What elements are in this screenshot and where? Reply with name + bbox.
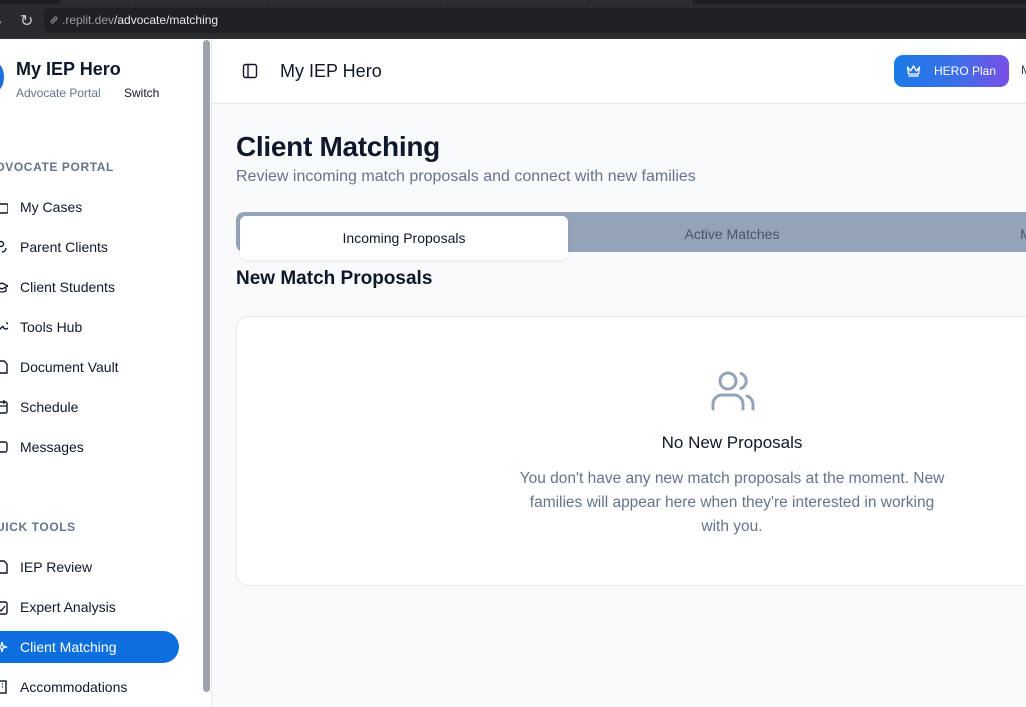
briefcase-icon (0, 203, 8, 214)
page-title: Client Matching (236, 131, 440, 162)
sidebar-item-label: Expert Analysis (20, 599, 116, 615)
sidebar-toggle-icon[interactable] (242, 63, 258, 79)
sidebar-item-schedule[interactable]: Schedule (0, 391, 179, 423)
sidebar-item-my-cases[interactable]: My Cases (0, 191, 179, 223)
sidebar-item-messages[interactable]: Messages (0, 431, 179, 463)
page-subtitle: Review incoming match proposals and conn… (236, 168, 696, 185)
url-host: .replit.dev (62, 13, 115, 27)
sidebar-item-label: Accommodations (20, 679, 128, 695)
sidebar: My IEP Hero Advocate Portal Switch DVOCA… (0, 39, 212, 707)
sidebar-item-label: IEP Review (20, 559, 93, 575)
main-content: My IEP Hero HERO Plan M Client Matching … (212, 39, 1026, 707)
sidebar-item-label: Document Vault (20, 359, 119, 375)
tab-active-matches[interactable]: Active Matches (572, 216, 892, 252)
crown-icon (906, 65, 921, 77)
clipboard-icon (0, 601, 8, 615)
reload-icon[interactable]: ↻ (20, 11, 33, 31)
building-icon (0, 680, 7, 694)
forward-icon[interactable]: › (0, 13, 2, 29)
empty-state-card: No New Proposals You don't have any new … (236, 316, 1026, 586)
tab-incoming-proposals[interactable]: Incoming Proposals (240, 216, 568, 260)
sidebar-item-parent-clients[interactable]: Parent Clients (0, 231, 179, 263)
sidebar-item-document-vault[interactable]: Document Vault (0, 351, 179, 383)
sidebar-item-expert-analysis[interactable]: Expert Analysis (0, 591, 179, 623)
app-name: My IEP Hero (16, 59, 121, 79)
sidebar-item-client-students[interactable]: Client Students (0, 271, 179, 303)
sidebar-item-accommodations[interactable]: Accommodations (0, 671, 179, 703)
app-logo (0, 63, 4, 91)
hero-plan-button[interactable]: HERO Plan (894, 55, 1009, 87)
sidebar-item-client-matching[interactable]: Client Matching (0, 631, 179, 663)
plan-label: HERO Plan (934, 64, 997, 78)
tab-more[interactable]: M (1006, 216, 1026, 252)
url-text: .replit.dev/advocate/matching (62, 13, 218, 27)
section-title: New Match Proposals (236, 268, 433, 289)
empty-state-title: No New Proposals (661, 433, 803, 452)
sidebar-item-label: My Cases (20, 199, 83, 215)
message-icon (0, 441, 8, 453)
sidebar-item-label: Client Matching (20, 639, 117, 655)
header-title: My IEP Hero (280, 61, 382, 81)
wrench-icon (0, 322, 8, 330)
portal-label: Advocate Portal (16, 86, 101, 100)
users-icon (0, 240, 7, 253)
sidebar-item-label: Schedule (20, 399, 79, 415)
sparkle-icon (0, 641, 8, 653)
sidebar-item-label: Parent Clients (20, 239, 108, 255)
sidebar-item-label: Messages (20, 439, 84, 455)
sidebar-item-tools-hub[interactable]: Tools Hub (0, 311, 179, 343)
url-path: /advocate/matching (114, 13, 219, 27)
top-header: My IEP Hero HERO Plan M (212, 39, 1026, 104)
section-label-quick-tools: UICK TOOLS (0, 520, 76, 534)
file-icon (0, 360, 8, 374)
section-label-advocate-portal: DVOCATE PORTAL (0, 160, 114, 174)
calendar-icon (0, 400, 8, 414)
sidebar-item-label: Client Students (20, 279, 115, 295)
browser-toolbar: › ↻ .replit.dev/advocate/matching (0, 4, 1026, 37)
sidebar-scrollbar[interactable] (203, 40, 210, 692)
graduation-cap-icon (0, 282, 8, 293)
address-bar[interactable]: .replit.dev/advocate/matching (44, 8, 1026, 33)
sidebar-item-iep-review[interactable]: IEP Review (0, 551, 179, 583)
header-user-menu[interactable]: M (1021, 63, 1026, 77)
empty-state-description: You don't have any new match proposals a… (519, 470, 945, 535)
users-icon (711, 371, 755, 411)
tab-list: Incoming Proposals Active Matches M (236, 212, 1026, 260)
link-icon (50, 16, 58, 24)
switch-portal-link[interactable]: Switch (124, 86, 159, 100)
sidebar-item-label: Tools Hub (20, 319, 83, 335)
file-text-icon (0, 560, 8, 574)
